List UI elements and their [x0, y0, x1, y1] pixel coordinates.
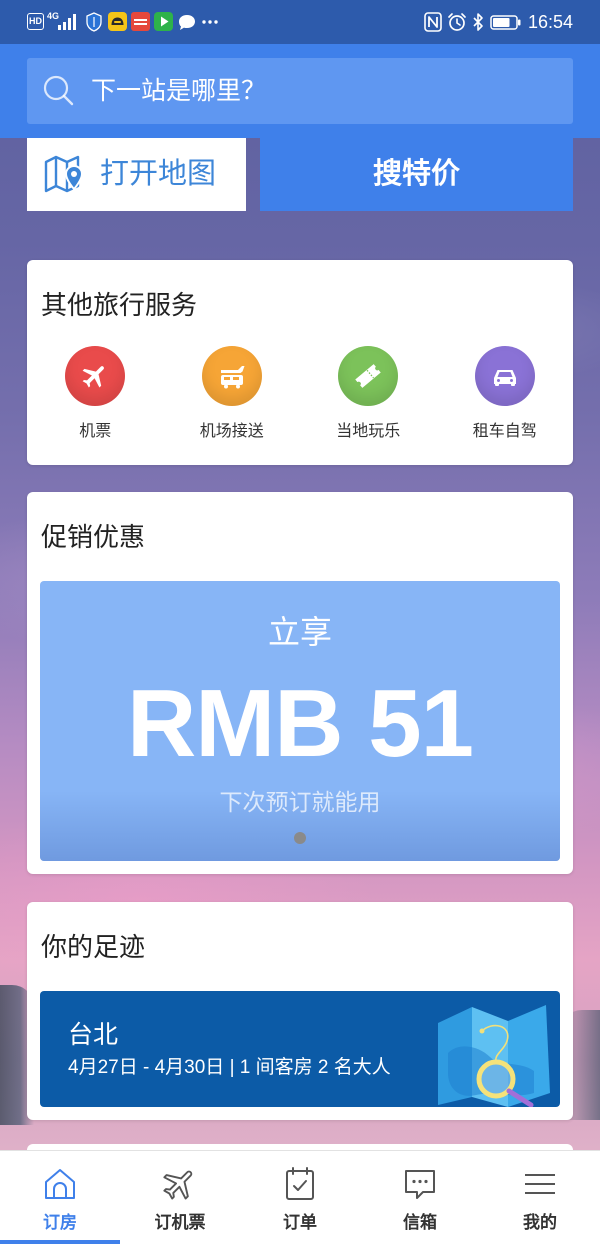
service-car-rental[interactable]: 租车自驾: [437, 346, 574, 446]
promo-note: 下次预订就能用: [219, 789, 381, 815]
nav-profile[interactable]: 我的: [480, 1151, 600, 1244]
recent-stay-details: 4月27日 - 4月30日 | 1 间客房 2 名大人: [68, 1057, 391, 1078]
recent-search-banner[interactable]: 台北 4月27日 - 4月30日 | 1 间客房 2 名大人: [40, 991, 560, 1107]
green-play-app-icon: [154, 12, 173, 31]
footprint-card: 你的足迹 台北 4月27日 - 4月30日 | 1 间客房 2 名大人: [27, 902, 573, 1120]
recent-city: 台北: [68, 1021, 119, 1049]
map-magnifier-illustration: [438, 1005, 550, 1107]
battery-icon: [490, 15, 521, 30]
promotions-card: 促销优惠 立享 RMB 51 下次预订就能用: [27, 492, 573, 874]
yellow-app-icon: [108, 12, 127, 31]
status-bar: HD 4G 16:54: [0, 0, 600, 44]
ticket-icon: [355, 364, 381, 388]
red-app-icon: [131, 12, 150, 31]
carousel-dots: [40, 832, 560, 844]
other-services-card: 其他旅行服务 机票 机场接送 当地玩乐 租车自驾: [27, 260, 573, 465]
signal-bar: [63, 22, 66, 30]
message-bubble-icon: [405, 1170, 435, 1199]
plane-outline-icon: [163, 1170, 193, 1200]
services-title: 其他旅行服务: [41, 290, 198, 320]
clock-time: 16:54: [528, 12, 574, 32]
more-notifications-icon: [202, 20, 218, 24]
service-label: 机场接送: [199, 423, 264, 440]
nav-label: 信箱: [403, 1213, 437, 1232]
open-map-button[interactable]: 打开地图: [27, 138, 246, 211]
promo-banner[interactable]: 立享 RMB 51 下次预订就能用: [40, 581, 560, 861]
nav-flights[interactable]: 订机票: [120, 1151, 240, 1244]
nav-label: 订单: [283, 1213, 317, 1232]
car-icon: [493, 370, 516, 386]
signal-bar: [58, 25, 61, 30]
promo-kicker: 立享: [267, 614, 332, 650]
hd-badge: HD: [27, 13, 44, 30]
nav-label: 订机票: [154, 1213, 206, 1232]
menu-icon: [525, 1174, 555, 1194]
nav-label: 我的: [523, 1213, 557, 1232]
search-placeholder: 下一站是哪里？: [91, 77, 267, 105]
hotel-house-icon: [45, 1169, 75, 1199]
nfc-icon: [424, 12, 442, 32]
service-label: 当地玩乐: [336, 423, 401, 440]
bottom-nav: 订房 订机票 订单 信箱 我的: [0, 1150, 600, 1244]
signal-bar: [73, 14, 76, 30]
airport-shuttle-icon: [220, 366, 245, 389]
bluetooth-icon: [473, 13, 483, 31]
open-map-label: 打开地图: [100, 158, 217, 190]
active-tab-indicator: [0, 1240, 120, 1244]
service-label: 机票: [79, 423, 112, 440]
shield-icon: [86, 12, 102, 32]
carousel-dot: [294, 832, 306, 844]
map-pin-icon: [44, 155, 84, 193]
nav-hotels[interactable]: 订房: [0, 1151, 120, 1244]
services-row: 机票 机场接送 当地玩乐 租车自驾: [27, 346, 573, 446]
nav-inbox[interactable]: 信箱: [360, 1151, 480, 1244]
service-icon-circle: [338, 346, 399, 406]
search-icon: [43, 75, 74, 106]
chat-bubble-icon: [179, 15, 195, 30]
clipboard-check-icon: [286, 1167, 314, 1200]
search-deals-label: 搜特价: [372, 158, 460, 190]
service-icon-circle: [65, 346, 126, 406]
plane-icon: [82, 366, 105, 388]
signal-icon: [58, 14, 76, 30]
promo-amount: RMB 51: [126, 670, 474, 777]
header: 下一站是哪里？: [0, 44, 600, 138]
service-local-fun[interactable]: 当地玩乐: [300, 346, 437, 446]
service-icon-circle: [201, 346, 262, 406]
promotions-title: 促销优惠: [41, 522, 146, 552]
service-label: 租车自驾: [472, 423, 537, 440]
battery-fill: [493, 18, 510, 27]
footprint-title: 你的足迹: [41, 932, 146, 962]
search-field[interactable]: 下一站是哪里？: [27, 58, 573, 124]
signal-bar: [68, 18, 71, 30]
search-deals-button[interactable]: 搜特价: [260, 138, 573, 211]
nav-label: 订房: [43, 1213, 77, 1232]
alarm-icon: [448, 13, 466, 31]
nav-orders[interactable]: 订单: [240, 1151, 360, 1244]
service-icon-circle: [474, 346, 535, 406]
service-flights[interactable]: 机票: [27, 346, 164, 446]
service-airport-transfer[interactable]: 机场接送: [164, 346, 301, 446]
